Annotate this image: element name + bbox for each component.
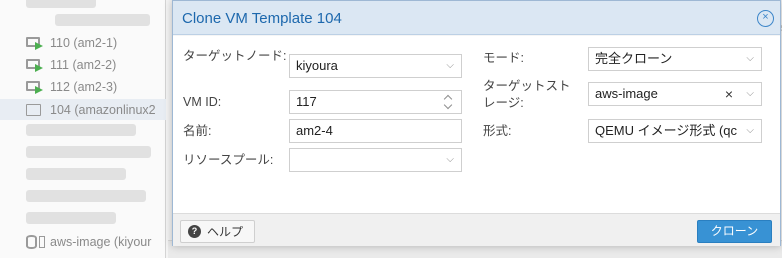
tree-blurred-row <box>55 14 150 26</box>
close-icon[interactable]: × <box>757 10 774 27</box>
tree-item-vm-112[interactable]: 112 (am2-3) <box>26 77 117 97</box>
vm-running-icon <box>26 80 44 94</box>
format-select[interactable]: QEMU イメージ形式 (qc ⌵ <box>588 119 762 143</box>
target-node-value: kiyoura <box>296 58 338 73</box>
tree-blurred-row <box>26 0 96 8</box>
mode-label: モード: <box>483 51 524 65</box>
help-button-label: ヘルプ <box>207 225 244 239</box>
tree-blurred-row <box>26 146 151 158</box>
tree-item-vm-110[interactable]: 110 (am2-1) <box>26 33 117 53</box>
target-node-label: ターゲットノード: <box>183 49 287 63</box>
question-icon: ? <box>188 225 201 238</box>
target-node-select[interactable]: kiyoura ⌵ <box>289 54 462 78</box>
chevron-down-icon[interactable]: ⌵ <box>743 120 754 142</box>
name-input[interactable]: am2-4 <box>289 119 462 143</box>
tree-item-template-104[interactable]: 104 (amazonlinux2 <box>26 100 156 120</box>
tree-item-label: 111 (am2-2) <box>50 58 117 72</box>
tree-item-label: aws-image (kiyour <box>50 235 152 249</box>
mode-select[interactable]: 完全クローン ⌵ <box>588 47 762 71</box>
dialog-footer: ? ヘルプ クローン <box>173 213 780 246</box>
tree-blurred-row <box>26 190 146 202</box>
name-label: 名前: <box>183 124 212 138</box>
mode-value: 完全クローン <box>595 51 673 66</box>
resource-tree: 110 (am2-1) 111 (am2-2) 112 (am2-3) 104 … <box>0 0 166 258</box>
resource-pool-select[interactable]: ⌵ <box>289 148 462 172</box>
chevron-down-icon[interactable]: ⌵ <box>746 83 754 105</box>
vm-id-label: VM ID: <box>183 95 222 109</box>
tree-item-label: 110 (am2-1) <box>50 36 118 50</box>
tree-blurred-row <box>26 168 126 180</box>
clone-vm-dialog: Clone VM Template 104 × ターゲットノード: kiyour… <box>172 0 781 246</box>
tree-blurred-row <box>26 212 116 224</box>
clone-button[interactable]: クローン <box>697 220 772 243</box>
dialog-form: ターゲットノード: kiyoura ⌵ VM ID: 117 名前: am2-4… <box>173 36 780 213</box>
tree-blurred-row <box>26 124 136 136</box>
spinner-arrows-icon[interactable] <box>443 93 454 111</box>
chevron-down-icon[interactable]: ⌵ <box>446 55 454 77</box>
target-storage-label: ターゲットストレージ: <box>483 79 571 110</box>
tree-item-label: 104 (amazonlinux2 <box>50 103 156 117</box>
tree-item-label: 112 (am2-3) <box>50 80 118 94</box>
clear-icon[interactable]: × <box>725 83 733 105</box>
vm-running-icon <box>26 36 44 50</box>
template-icon <box>26 103 44 117</box>
dialog-header: Clone VM Template 104 × <box>173 1 780 35</box>
format-label: 形式: <box>483 124 512 138</box>
tree-item-storage-aws-image[interactable]: aws-image (kiyour <box>26 232 151 252</box>
name-value: am2-4 <box>296 123 333 138</box>
chevron-down-icon[interactable]: ⌵ <box>446 149 454 171</box>
target-storage-select[interactable]: aws-image × ⌵ <box>588 82 762 106</box>
target-storage-value: aws-image <box>595 86 658 101</box>
tree-item-vm-111[interactable]: 111 (am2-2) <box>26 55 116 75</box>
vm-id-spinner[interactable]: 117 <box>289 90 462 114</box>
help-button[interactable]: ? ヘルプ <box>180 220 255 243</box>
resource-pool-label: リソースプール: <box>183 153 274 167</box>
dialog-title: Clone VM Template 104 <box>182 10 342 27</box>
format-value: QEMU イメージ形式 (qc <box>595 123 738 138</box>
vm-id-value: 117 <box>296 94 317 109</box>
chevron-down-icon[interactable]: ⌵ <box>746 48 754 70</box>
storage-icon <box>26 235 45 249</box>
vm-running-icon <box>26 58 44 72</box>
